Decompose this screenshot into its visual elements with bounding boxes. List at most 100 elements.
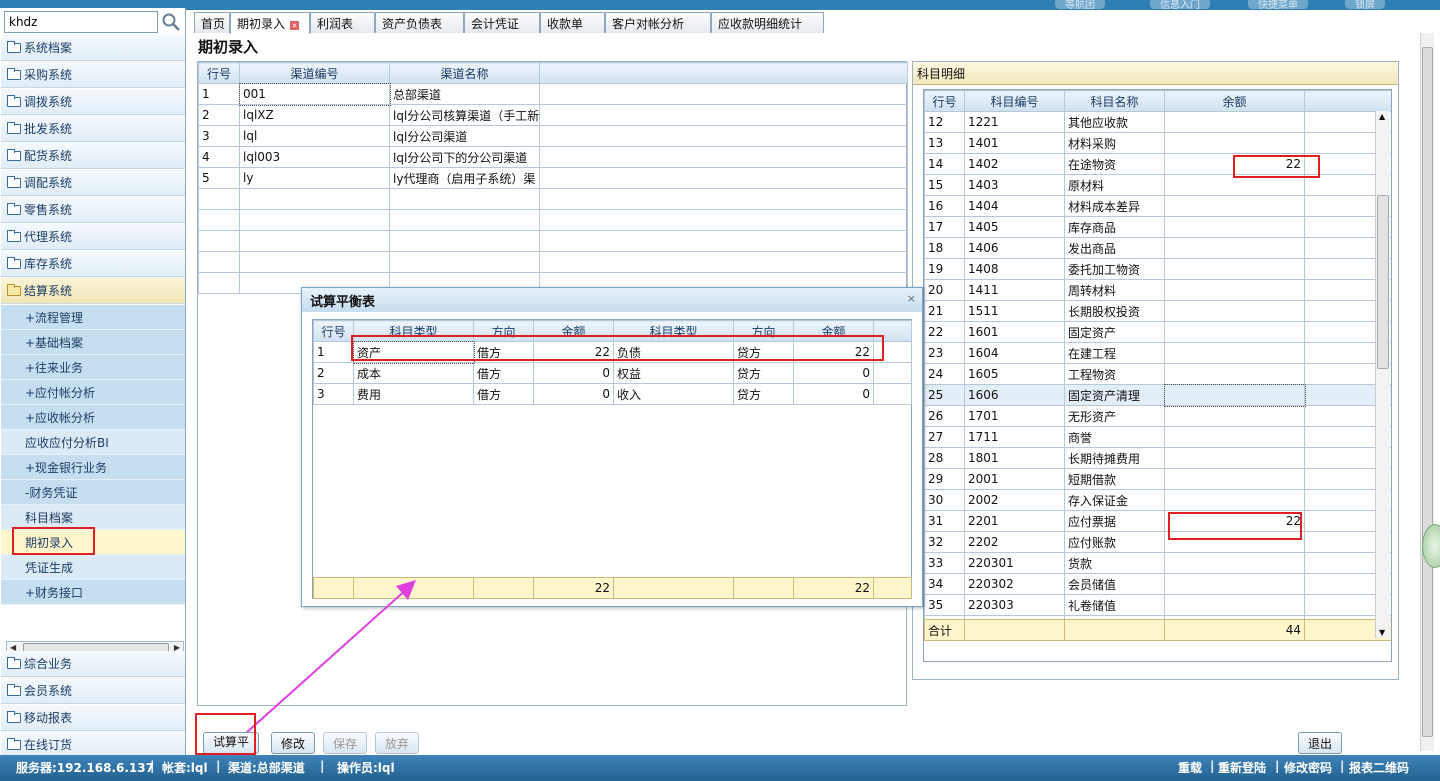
sidebar-menu-8[interactable]: 代理系统 [1,224,185,250]
cell-channel-code[interactable]: lql [239,125,390,147]
exit-button[interactable]: 退出 [1298,732,1342,754]
sidebar-menu-2[interactable]: 采购系统 [1,62,185,88]
table-row[interactable]: 20 1411 周转材料 [924,279,1391,301]
sidebar-menu-7[interactable]: 零售系统 [1,197,185,223]
edit-button[interactable]: 修改 [271,732,315,754]
col-header-channel-name[interactable]: 渠道名称 [389,62,540,84]
sidebar-menu-bottom-1[interactable]: 综合业务 [1,651,185,677]
table-row[interactable]: 3 lql lql分公司渠道 [198,125,908,147]
tb-col-rownum[interactable]: 行号 [313,320,354,342]
cell-channel-name[interactable]: lql分公司下的分公司渠道 [389,146,540,168]
table-row[interactable] [198,209,908,231]
table-row[interactable]: 35 220303 礼卷储值 [924,594,1391,616]
table-row[interactable]: 25 1606 固定资产清理 [924,383,1391,407]
table-row[interactable]: 13 1401 材料采购 [924,132,1391,154]
sidebar-menu-bottom-3[interactable]: 移动报表 [1,705,185,731]
tab-7[interactable]: 客户对帐分析 [605,12,711,33]
tb-col-type-right[interactable]: 科目类型 [613,320,734,342]
discard-button[interactable]: 放弃 [375,732,419,754]
detail-col-rownum[interactable]: 行号 [924,90,965,112]
cell-balance[interactable]: 22 [1164,153,1305,175]
sidebar-menu-bottom-2[interactable]: 会员系统 [1,678,185,704]
tab-1[interactable]: 首页 [194,12,230,33]
status-link-change-password[interactable]: 修改密码 [1284,759,1332,776]
sidebar-subitem-1[interactable]: +流程管理 [1,305,185,330]
cell-balance[interactable] [1164,342,1305,364]
sidebar-menu-5[interactable]: 配货系统 [1,143,185,169]
tab-4[interactable]: 资产负债表 [375,12,464,33]
cell-balance[interactable] [1164,300,1305,322]
table-row[interactable]: 14 1402 在途物资 22 [924,153,1391,175]
table-row[interactable]: 18 1406 发出商品 [924,237,1391,259]
tab-3[interactable]: 利润表 [310,12,375,33]
cell-channel-code[interactable]: 001 [238,82,391,106]
sidebar-menu-1[interactable]: 系统档案 [1,35,185,61]
table-row[interactable]: 23 1604 在建工程 [924,342,1391,364]
table-row[interactable]: 33 220301 货款 [924,552,1391,574]
tab-8[interactable]: 应收款明细统计 [711,12,824,33]
cell-balance[interactable] [1164,321,1305,343]
sidebar-subitem-9[interactable]: 科目档案 [1,505,185,530]
cell-balance[interactable] [1164,279,1305,301]
cell-channel-code[interactable]: lqlXZ [239,104,390,126]
table-row[interactable]: 1 资产 借方 22 负债 贷方 22 [313,340,912,364]
table-row[interactable] [198,188,908,210]
table-row[interactable]: 3 费用 借方 0 收入 贷方 0 [313,383,912,405]
cell-channel-name[interactable]: lql分公司核算渠道（手工新 [389,104,540,126]
tb-col-type-left[interactable]: 科目类型 [353,320,474,342]
table-row[interactable]: 4 lql003 lql分公司下的分公司渠道 [198,146,908,168]
table-row[interactable]: 29 2001 短期借款 [924,468,1391,490]
col-header-rownum[interactable]: 行号 [198,62,240,84]
cell-balance[interactable] [1164,531,1305,553]
sidebar-subitem-4[interactable]: +应付帐分析 [1,380,185,405]
cell-balance[interactable] [1164,594,1305,616]
col-header-channel-code[interactable]: 渠道编号 [239,62,390,84]
table-row[interactable]: 22 1601 固定资产 [924,321,1391,343]
cell-channel-code[interactable]: ly [239,167,390,189]
cell-balance[interactable] [1164,174,1305,196]
cell-balance[interactable] [1164,195,1305,217]
sidebar-menu-9[interactable]: 库存系统 [1,251,185,277]
close-tab-icon[interactable]: × [290,21,300,30]
cell-balance[interactable] [1164,132,1305,154]
table-row[interactable]: 16 1404 材料成本差异 [924,195,1391,217]
cell-balance[interactable] [1163,383,1306,407]
sidebar-subitem-2[interactable]: +基础档案 [1,330,185,355]
cell-balance[interactable] [1164,573,1305,595]
topbar-button-1[interactable]: 等航团 [1055,0,1105,11]
page-vertical-scrollbar[interactable] [1420,33,1434,751]
cell-balance[interactable] [1164,216,1305,238]
status-link-reload[interactable]: 重载 [1178,759,1202,776]
table-row[interactable]: 32 2202 应付账款 [924,531,1391,553]
cell-channel-name[interactable]: lql分公司渠道 [389,125,540,147]
table-row[interactable]: 34 220302 会员储值 [924,573,1391,595]
cell-balance[interactable] [1164,426,1305,448]
table-row[interactable]: 28 1801 长期待摊费用 [924,447,1391,469]
table-row[interactable]: 5 ly ly代理商（启用子系统）渠 [198,167,908,189]
table-row[interactable]: 17 1405 库存商品 [924,216,1391,238]
sidebar-subitem-5[interactable]: +应收帐分析 [1,405,185,430]
trial-balance-button[interactable]: 试算平衡 [203,732,259,766]
status-link-relogin[interactable]: 重新登陆 [1218,759,1266,776]
cell-balance[interactable] [1164,405,1305,427]
sidebar-menu-6[interactable]: 调配系统 [1,170,185,196]
cell-balance[interactable] [1164,468,1305,490]
cell-balance[interactable] [1164,552,1305,574]
tb-col-dir-left[interactable]: 方向 [473,320,534,342]
sidebar-subitem-3[interactable]: +往来业务 [1,355,185,380]
table-row[interactable]: 24 1605 工程物资 [924,363,1391,385]
table-row[interactable]: 27 1711 商誉 [924,426,1391,448]
search-icon[interactable] [159,10,183,34]
table-row[interactable]: 2 成本 借方 0 权益 贷方 0 [313,362,912,384]
search-input[interactable] [4,11,158,33]
cell-channel-name[interactable]: 总部渠道 [389,83,540,105]
close-icon[interactable]: × [907,292,916,305]
tb-col-amount-left[interactable]: 金额 [533,320,614,342]
table-row[interactable]: 26 1701 无形资产 [924,405,1391,427]
cell-balance[interactable]: 22 [1164,510,1305,532]
tb-col-dir-right[interactable]: 方向 [733,320,794,342]
table-row[interactable]: 1 001 总部渠道 [198,82,908,106]
table-row[interactable]: 30 2002 存入保证金 [924,489,1391,511]
table-row[interactable]: 12 1221 其他应收款 [924,111,1391,133]
status-link-report-qrcode[interactable]: 报表二维码 [1349,759,1409,776]
